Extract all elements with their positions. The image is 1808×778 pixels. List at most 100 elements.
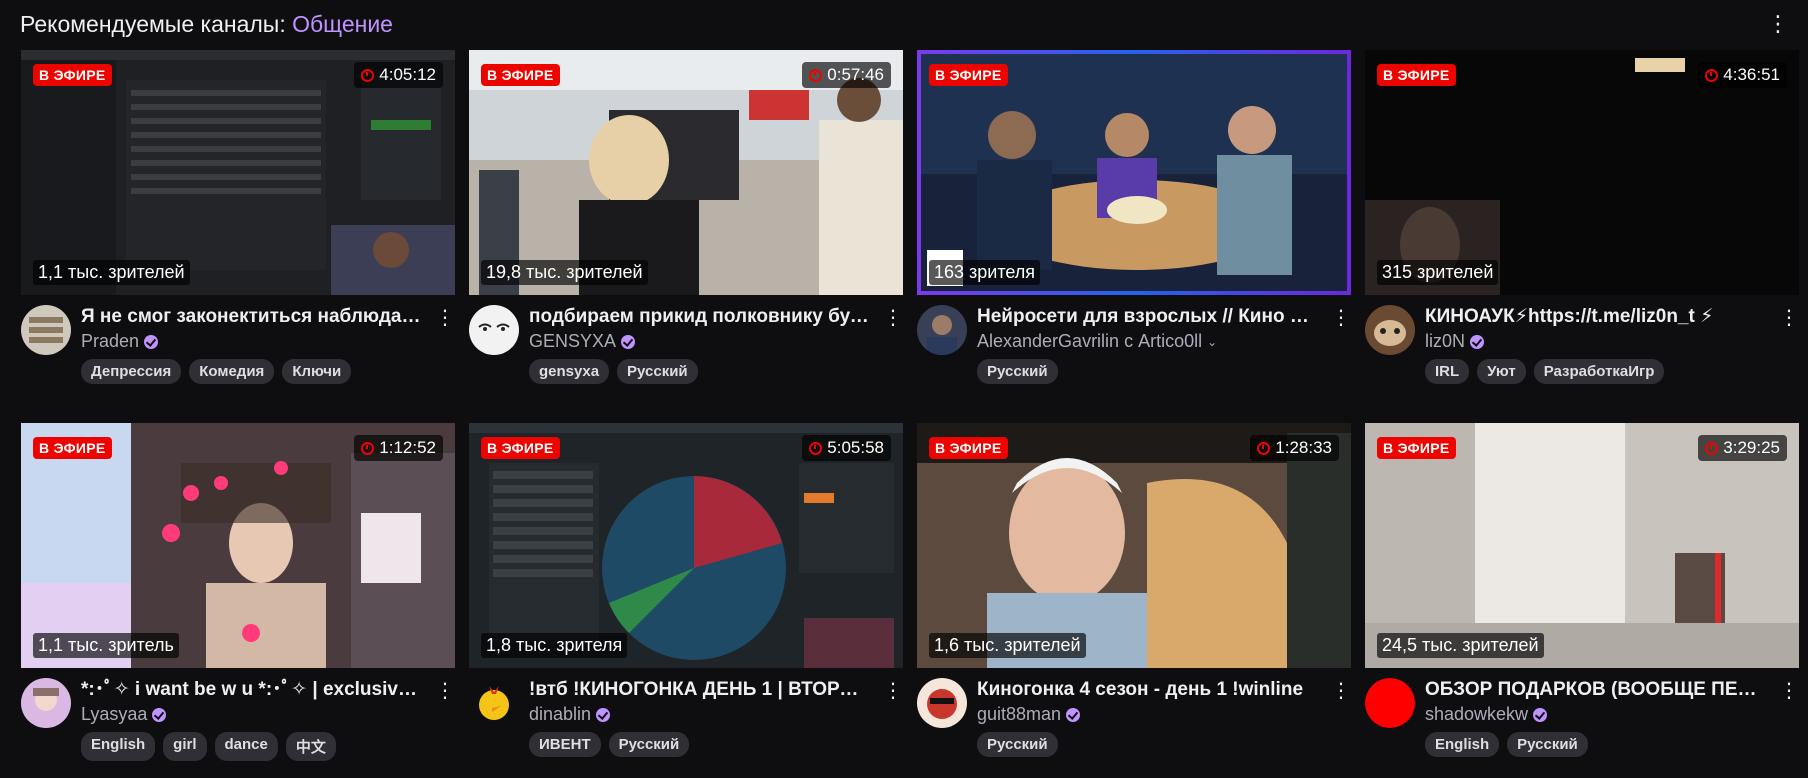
tag[interactable]: РазработкаИгр xyxy=(1533,359,1665,384)
stream-meta: Нейросети для взрослых // Кино для ... A… xyxy=(917,295,1351,405)
tag[interactable]: dance xyxy=(214,732,278,761)
channel-avatar[interactable] xyxy=(469,305,519,355)
stream-meta: Киногонка 4 сезон - день 1 !winline guit… xyxy=(917,668,1351,778)
uptime-value: 0:57:46 xyxy=(827,65,884,84)
channel-avatar[interactable] xyxy=(21,678,71,728)
stream-title[interactable]: подбираем прикид полковнику бусте... xyxy=(529,305,869,329)
card-more-icon[interactable]: ⋮ xyxy=(1779,678,1799,704)
tag[interactable]: IRL xyxy=(1425,359,1470,384)
chicken-icon xyxy=(469,678,519,728)
stream-title[interactable]: Я не смог законектиться наблюдател... xyxy=(81,305,421,329)
stream-thumbnail[interactable]: В ЭФИРЕ 3:29:25 24,5 тыс. зрителей xyxy=(1365,423,1799,668)
stream-title[interactable]: Киногонка 4 сезон - день 1 !winline xyxy=(977,678,1317,702)
clock-icon xyxy=(1257,441,1271,455)
tag[interactable]: Русский xyxy=(1507,732,1588,757)
live-badge: В ЭФИРЕ xyxy=(1377,64,1456,86)
live-badge: В ЭФИРЕ xyxy=(33,437,112,459)
tag[interactable]: ИВЕНТ xyxy=(529,732,601,757)
stream-card: В ЭФИРЕ 163 зрителя Нейросети для взросл… xyxy=(917,50,1351,405)
stream-card: В ЭФИРЕ 4:36:51 315 зрителей КИНОАУК⚡htt… xyxy=(1365,50,1799,405)
tag[interactable]: gensyxa xyxy=(529,359,610,384)
uptime-badge: 5:05:58 xyxy=(802,435,891,461)
channel-avatar[interactable] xyxy=(469,678,519,728)
avatar-icon xyxy=(917,305,967,355)
channel-name-text: liz0N xyxy=(1425,331,1466,351)
stream-title[interactable]: КИНОАУК⚡https://t.me/liz0n_t ⚡ xyxy=(1425,305,1765,329)
clock-icon xyxy=(1705,441,1719,455)
stream-title[interactable]: *:･ﾟ✧ i want be w u *:･ﾟ✧ | exclusives .… xyxy=(81,678,421,702)
tag[interactable]: girl xyxy=(163,732,207,761)
clock-icon xyxy=(361,68,375,82)
stream-title[interactable]: !втб !КИНОГОНКА ДЕНЬ 1 | ВТОРОЙ А... xyxy=(529,678,869,702)
section-header: Рекомендуемые каналы: Общение ⋮ xyxy=(20,8,1790,40)
card-more-icon[interactable]: ⋮ xyxy=(1331,305,1351,331)
channel-name[interactable]: guit88man xyxy=(977,704,1081,725)
tag[interactable]: Уют xyxy=(1477,359,1526,384)
tag[interactable]: English xyxy=(81,732,156,761)
stream-title[interactable]: ОБЗОР ПОДАРКОВ (ВООБЩЕ ПЕСНЯ)... xyxy=(1425,678,1765,702)
tag[interactable]: Комедия xyxy=(189,359,275,384)
channel-name[interactable]: GENSYXA xyxy=(529,331,636,352)
uptime-badge: 0:57:46 xyxy=(802,62,891,88)
live-badge: В ЭФИРЕ xyxy=(33,64,112,86)
stream-thumbnail[interactable]: В ЭФИРЕ 4:05:12 1,1 тыс. зрителей xyxy=(21,50,455,295)
channel-name-text: dinablin xyxy=(529,704,592,724)
stream-thumbnail[interactable]: В ЭФИРЕ 1:12:52 1,1 тыс. зритель xyxy=(21,423,455,668)
viewer-count: 1,1 тыс. зритель xyxy=(33,633,179,658)
tag-list: ИВЕНТ Русский xyxy=(529,732,690,757)
stream-card: В ЭФИРЕ 1:12:52 1,1 тыс. зритель *:･ﾟ✧ i… xyxy=(21,423,455,778)
viewer-count: 19,8 тыс. зрителей xyxy=(481,260,648,285)
tag[interactable]: 中文 xyxy=(285,732,336,761)
uptime-badge: 4:36:51 xyxy=(1698,62,1787,88)
tag[interactable]: Русский xyxy=(608,732,690,757)
stream-card: В ЭФИРЕ 5:05:58 1,8 тыс. зрителя !втб !К… xyxy=(469,423,903,778)
channel-avatar[interactable] xyxy=(21,305,71,355)
card-more-icon[interactable]: ⋮ xyxy=(435,305,455,331)
channel-avatar[interactable] xyxy=(1365,305,1415,355)
stream-thumbnail[interactable]: В ЭФИРЕ 0:57:46 19,8 тыс. зрителей xyxy=(469,50,903,295)
section-more-icon[interactable]: ⋮ xyxy=(1766,10,1790,38)
tag[interactable]: Депрессия xyxy=(81,359,182,384)
stream-thumbnail[interactable]: В ЭФИРЕ 1:28:33 1,6 тыс. зрителей xyxy=(917,423,1351,668)
tag[interactable]: Ключи xyxy=(282,359,352,384)
channel-name-text: shadowkekw xyxy=(1425,704,1529,724)
verified-icon xyxy=(1066,707,1081,722)
category-link[interactable]: Общение xyxy=(292,11,393,37)
channel-name[interactable]: dinablin xyxy=(529,704,611,725)
clock-icon xyxy=(361,441,375,455)
tag[interactable]: English xyxy=(1425,732,1500,757)
tag[interactable]: Русский xyxy=(977,359,1058,384)
chevron-down-icon[interactable]: ⌄ xyxy=(1207,335,1217,349)
stream-meta: !втб !КИНОГОНКА ДЕНЬ 1 | ВТОРОЙ А... din… xyxy=(469,668,903,778)
viewer-count: 1,8 тыс. зрителя xyxy=(481,633,628,658)
card-more-icon[interactable]: ⋮ xyxy=(1779,305,1799,331)
uptime-badge: 3:29:25 xyxy=(1698,435,1787,461)
channel-avatar[interactable] xyxy=(917,678,967,728)
card-more-icon[interactable]: ⋮ xyxy=(883,305,903,331)
channel-name[interactable]: Lyasyaa xyxy=(81,704,167,725)
clock-icon xyxy=(809,68,823,82)
card-more-icon[interactable]: ⋮ xyxy=(1331,678,1351,704)
stream-thumbnail[interactable]: В ЭФИРЕ 4:36:51 315 зрителей xyxy=(1365,50,1799,295)
live-badge: В ЭФИРЕ xyxy=(481,437,560,459)
channel-avatar[interactable] xyxy=(917,305,967,355)
channel-name[interactable]: AlexanderGavrilin с Artico0ll ⌄ xyxy=(977,331,1217,352)
tag[interactable]: Русский xyxy=(617,359,698,384)
stream-thumbnail[interactable]: В ЭФИРЕ 5:05:58 1,8 тыс. зрителя xyxy=(469,423,903,668)
tag-list: IRL Уют РазработкаИгр xyxy=(1425,359,1665,384)
channel-avatar[interactable] xyxy=(1365,678,1415,728)
clock-icon xyxy=(809,441,823,455)
channel-name[interactable]: shadowkekw xyxy=(1425,704,1548,725)
verified-icon xyxy=(152,707,167,722)
stream-thumbnail[interactable]: В ЭФИРЕ 163 зрителя xyxy=(917,50,1351,295)
channel-name[interactable]: Praden xyxy=(81,331,159,352)
channel-name-text: Praden xyxy=(81,331,140,351)
verified-icon xyxy=(1533,707,1548,722)
card-more-icon[interactable]: ⋮ xyxy=(883,678,903,704)
tag-list: English girl dance 中文 xyxy=(81,732,336,761)
card-more-icon[interactable]: ⋮ xyxy=(435,678,455,704)
tag[interactable]: Русский xyxy=(977,732,1058,757)
stream-title[interactable]: Нейросети для взрослых // Кино для ... xyxy=(977,305,1317,329)
uptime-value: 5:05:58 xyxy=(827,438,884,457)
channel-name[interactable]: liz0N xyxy=(1425,331,1485,352)
